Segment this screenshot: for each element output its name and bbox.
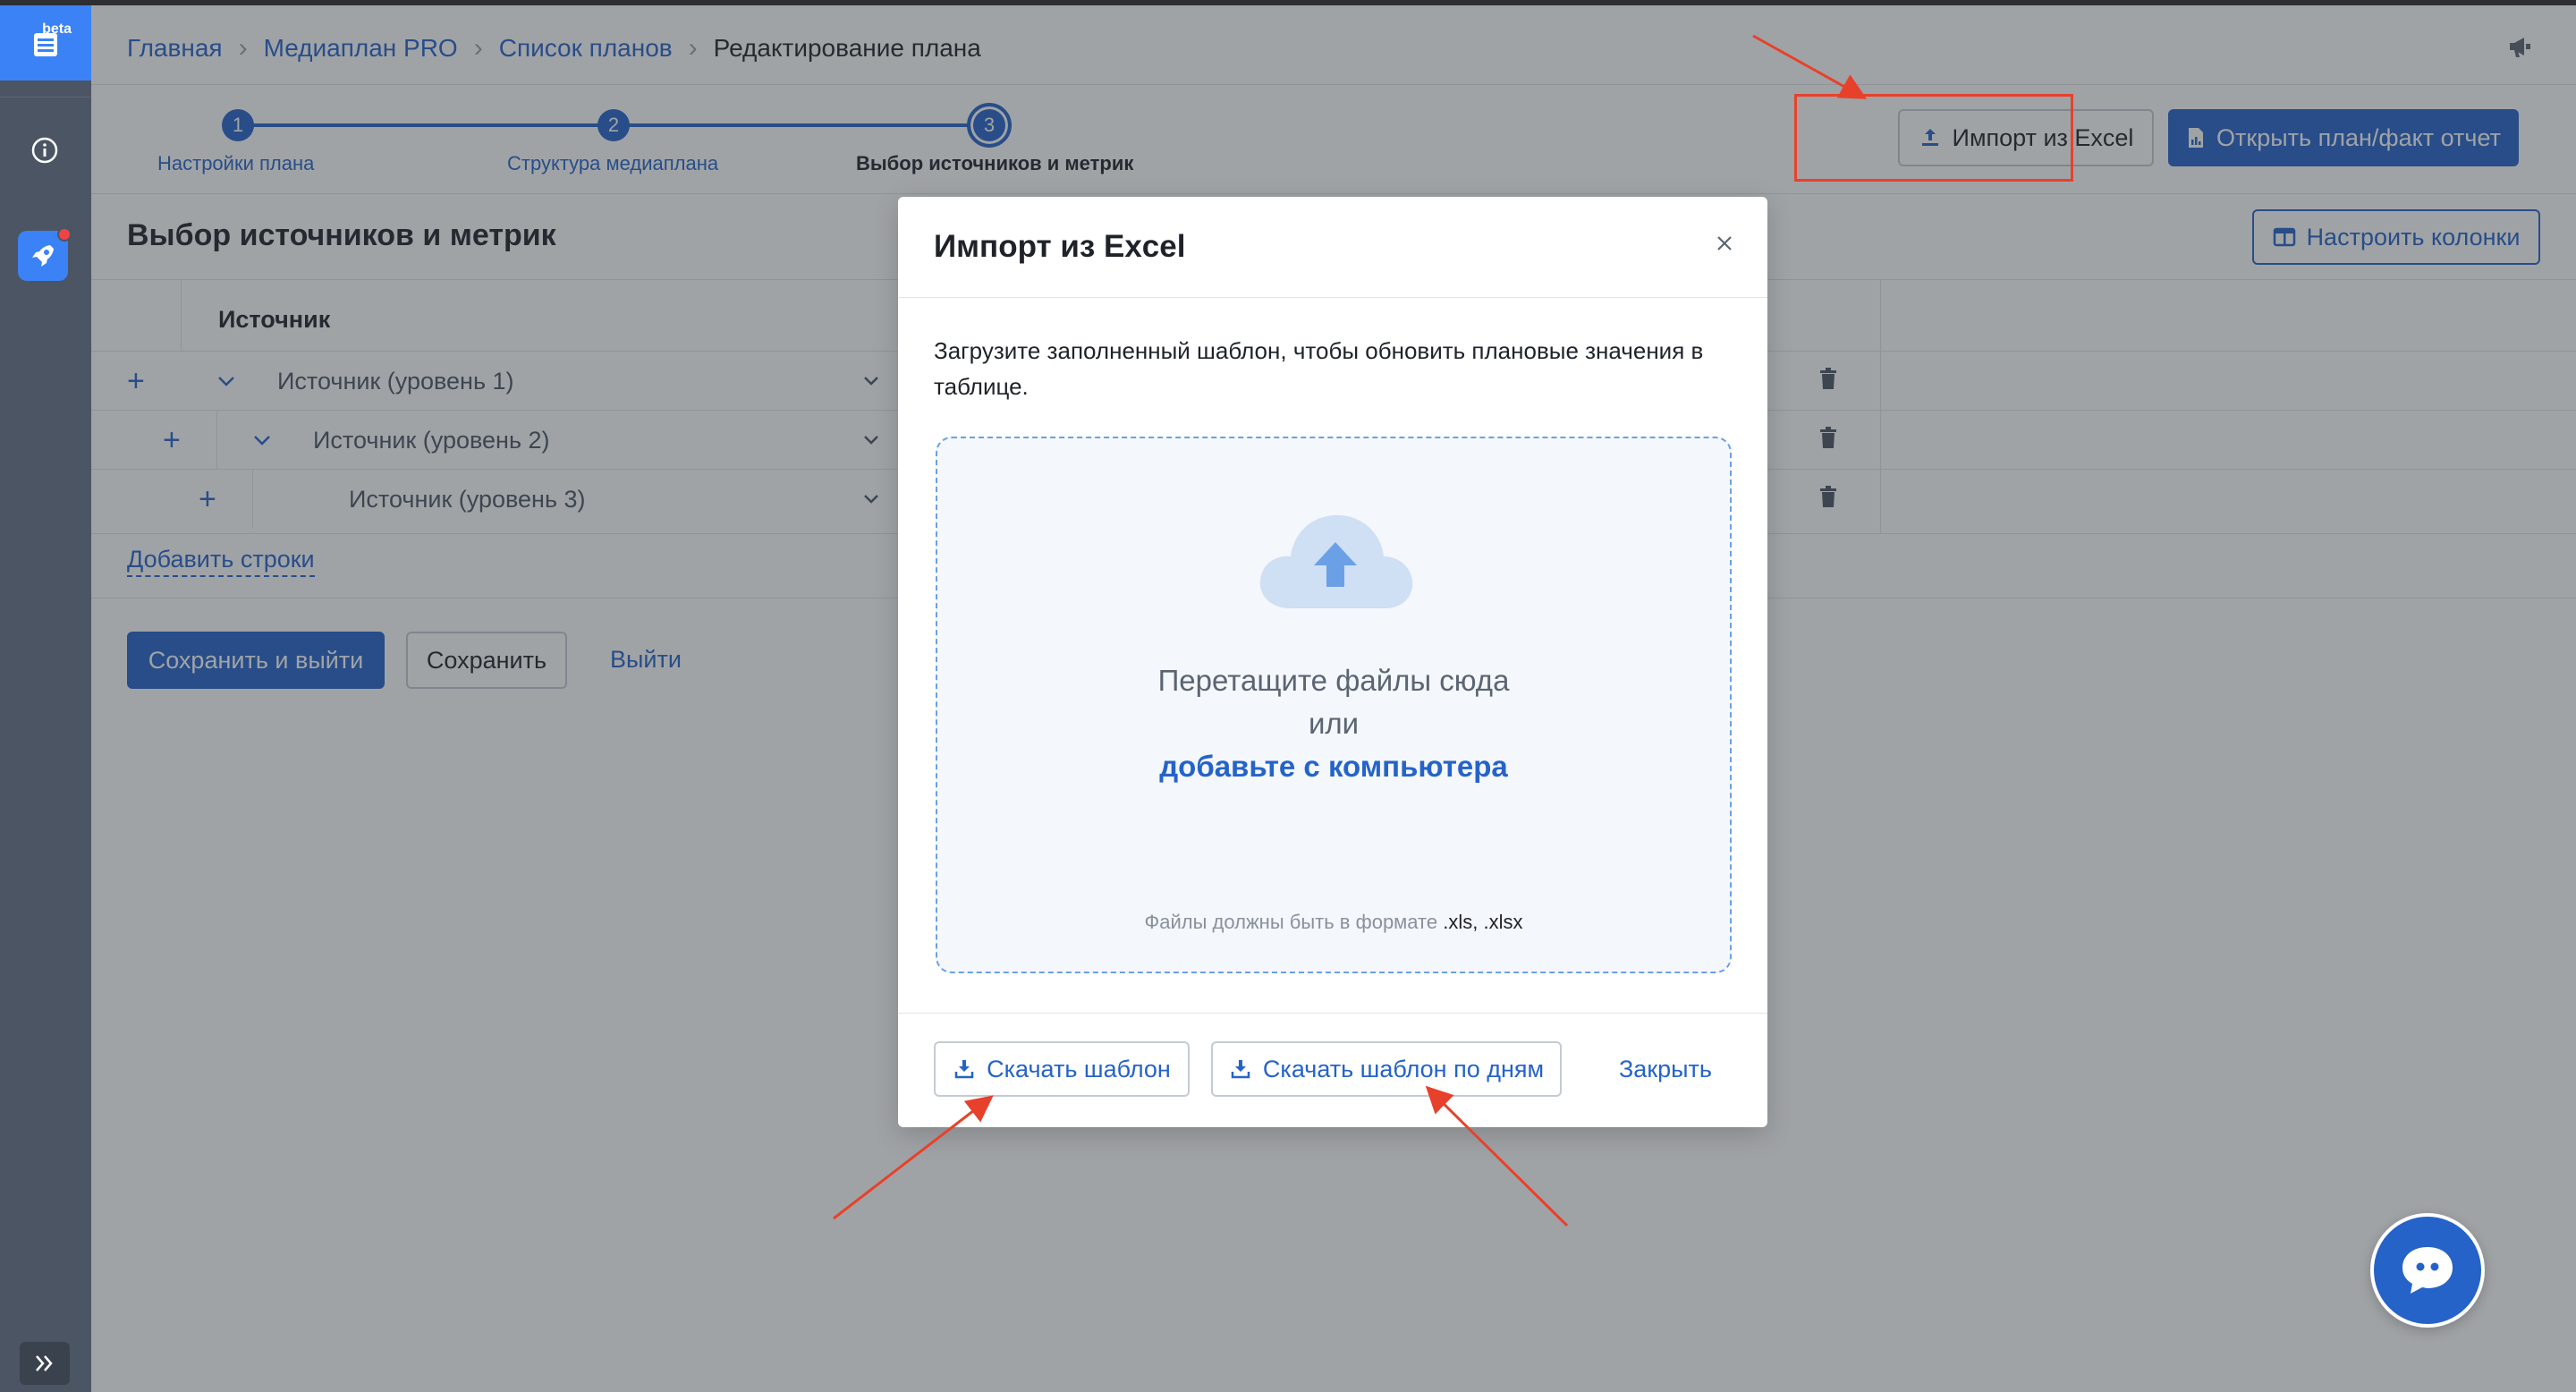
chat-icon[interactable]	[2370, 1213, 2485, 1328]
annotation-highlight-box	[1794, 94, 2073, 182]
download-icon	[1231, 1060, 1250, 1079]
file-dropzone[interactable]: Перетащите файлы сюда или добавьте с ком…	[936, 437, 1732, 973]
close-icon[interactable]	[1714, 233, 1735, 259]
browse-files-link[interactable]: добавьте с компьютера	[937, 750, 1730, 784]
info-icon[interactable]	[30, 136, 59, 169]
sidebar: beta	[0, 5, 91, 1392]
notification-dot	[57, 227, 72, 242]
file-format-extensions: .xls, .xlsx	[1443, 911, 1523, 933]
sidebar-divider	[0, 97, 91, 98]
expand-icon[interactable]	[20, 1342, 70, 1385]
modal-description: Загрузите заполненный шаблон, чтобы обно…	[934, 337, 1704, 400]
download-template-button[interactable]: Скачать шаблон	[934, 1041, 1190, 1097]
close-modal-button[interactable]: Закрыть	[1619, 1056, 1712, 1083]
download-icon	[954, 1060, 974, 1079]
file-format-hint-prefix: Файлы должны быть в формате	[1144, 911, 1444, 933]
dropzone-text: Перетащите файлы сюда	[1157, 664, 1510, 697]
download-template-label: Скачать шаблон	[987, 1055, 1171, 1082]
modal-footer-divider	[898, 1013, 1767, 1014]
modal-title: Импорт из Excel	[934, 229, 1186, 264]
dropzone-or: или	[1308, 707, 1360, 740]
rocket-icon[interactable]	[18, 227, 72, 281]
beta-badge: beta	[42, 21, 72, 37]
cloud-upload-icon	[1259, 514, 1413, 608]
import-excel-modal: Импорт из Excel Загрузите заполненный ша…	[898, 197, 1767, 1127]
sidebar-logo[interactable]: beta	[0, 5, 91, 81]
file-format-hint: Файлы должны быть в формате .xls, .xlsx	[937, 911, 1730, 934]
download-daily-template-label: Скачать шаблон по дням	[1262, 1055, 1545, 1082]
modal-header-divider	[898, 297, 1767, 298]
download-daily-template-button[interactable]: Скачать шаблон по дням	[1211, 1041, 1562, 1097]
